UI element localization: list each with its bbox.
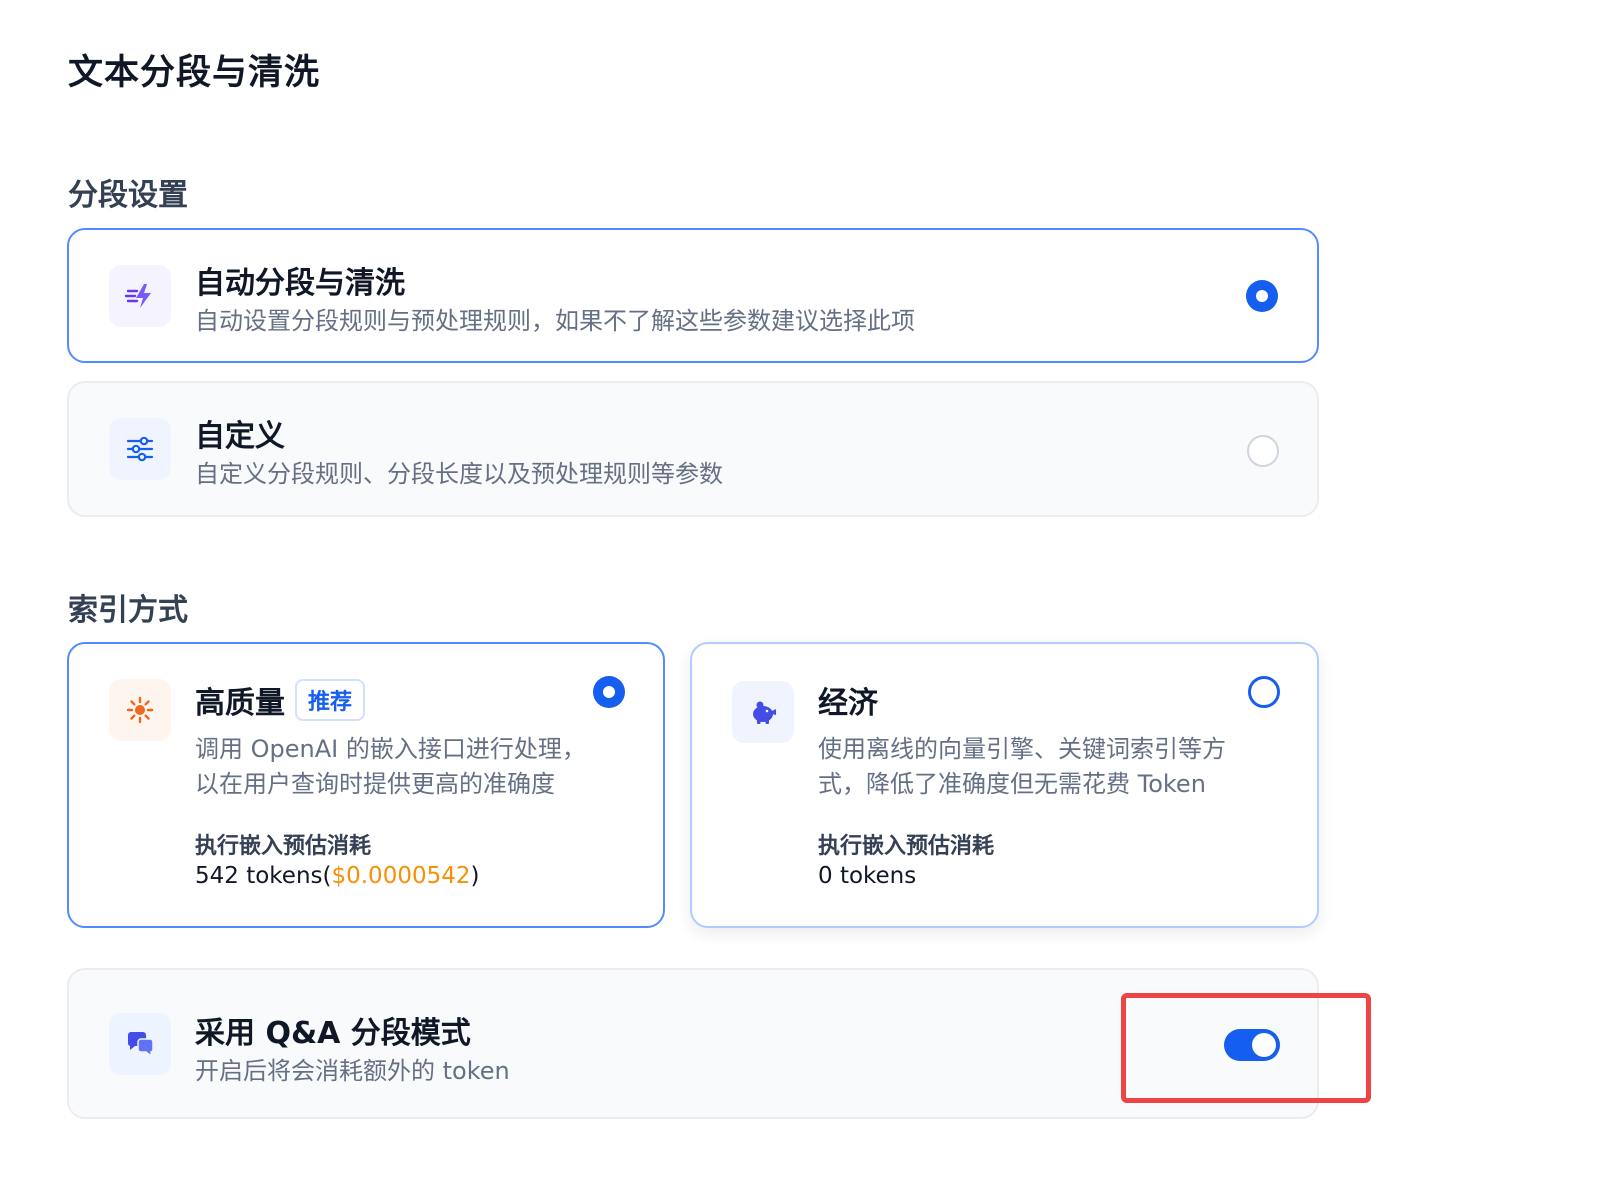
radio-selected[interactable] <box>1246 280 1278 312</box>
index-method-heading: 索引方式 <box>68 593 188 628</box>
sliders-icon <box>109 418 171 480</box>
cost-value: 542 tokens($0.0000542) <box>195 863 479 889</box>
radio-hover[interactable] <box>1248 676 1280 708</box>
index-option-description-line1: 调用 OpenAI 的嵌入接口进行处理， <box>195 735 586 763</box>
radio-unselected[interactable] <box>1247 435 1279 467</box>
index-option-label: 经济 <box>818 686 878 721</box>
radio-selected[interactable] <box>593 676 625 708</box>
cost-price: $0.0000542 <box>331 863 471 889</box>
segment-option-label: 自动分段与清洗 <box>195 266 405 301</box>
sun-icon <box>109 679 171 741</box>
cost-value: 0 tokens <box>818 863 917 889</box>
highlight-annotation <box>1121 993 1371 1103</box>
qa-mode-label: 采用 Q&A 分段模式 <box>195 1016 471 1051</box>
index-option-description-line1: 使用离线的向量引擎、关键词索引等方 <box>818 735 1226 763</box>
index-option-title: 高质量 推荐 <box>195 678 366 722</box>
segment-option-label: 自定义 <box>195 419 285 454</box>
cost-label: 执行嵌入预估消耗 <box>195 834 372 859</box>
segment-option-description: 自动设置分段规则与预处理规则，如果不了解这些参数建议选择此项 <box>195 307 915 335</box>
piggy-bank-icon <box>732 681 794 743</box>
cost-tokens: 542 tokens( <box>195 863 332 889</box>
recommended-badge: 推荐 <box>295 679 366 721</box>
cost-label: 执行嵌入预估消耗 <box>818 834 995 859</box>
index-option-high-quality[interactable]: 高质量 推荐 调用 OpenAI 的嵌入接口进行处理， 以在用户查询时提供更高的准… <box>67 642 665 928</box>
segment-option-description: 自定义分段规则、分段长度以及预处理规则等参数 <box>195 460 723 488</box>
cost-suffix: ) <box>470 863 480 889</box>
segment-option-auto[interactable]: 自动分段与清洗 自动设置分段规则与预处理规则，如果不了解这些参数建议选择此项 <box>67 228 1319 363</box>
index-option-economy[interactable]: 经济 使用离线的向量引擎、关键词索引等方 式，降低了准确度但无需花费 Token… <box>690 642 1319 928</box>
segment-option-custom[interactable]: 自定义 自定义分段规则、分段长度以及预处理规则等参数 <box>67 381 1319 517</box>
index-option-label: 高质量 <box>195 686 285 721</box>
page-title: 文本分段与清洗 <box>68 53 321 93</box>
index-option-description-line2: 以在用户查询时提供更高的准确度 <box>195 770 555 798</box>
index-option-description-line2: 式，降低了准确度但无需花费 Token <box>818 770 1206 798</box>
qa-mode-description: 开启后将会消耗额外的 token <box>195 1057 510 1085</box>
segment-settings-heading: 分段设置 <box>68 178 188 213</box>
chat-bubbles-icon <box>109 1013 171 1075</box>
lightning-icon <box>109 265 171 327</box>
